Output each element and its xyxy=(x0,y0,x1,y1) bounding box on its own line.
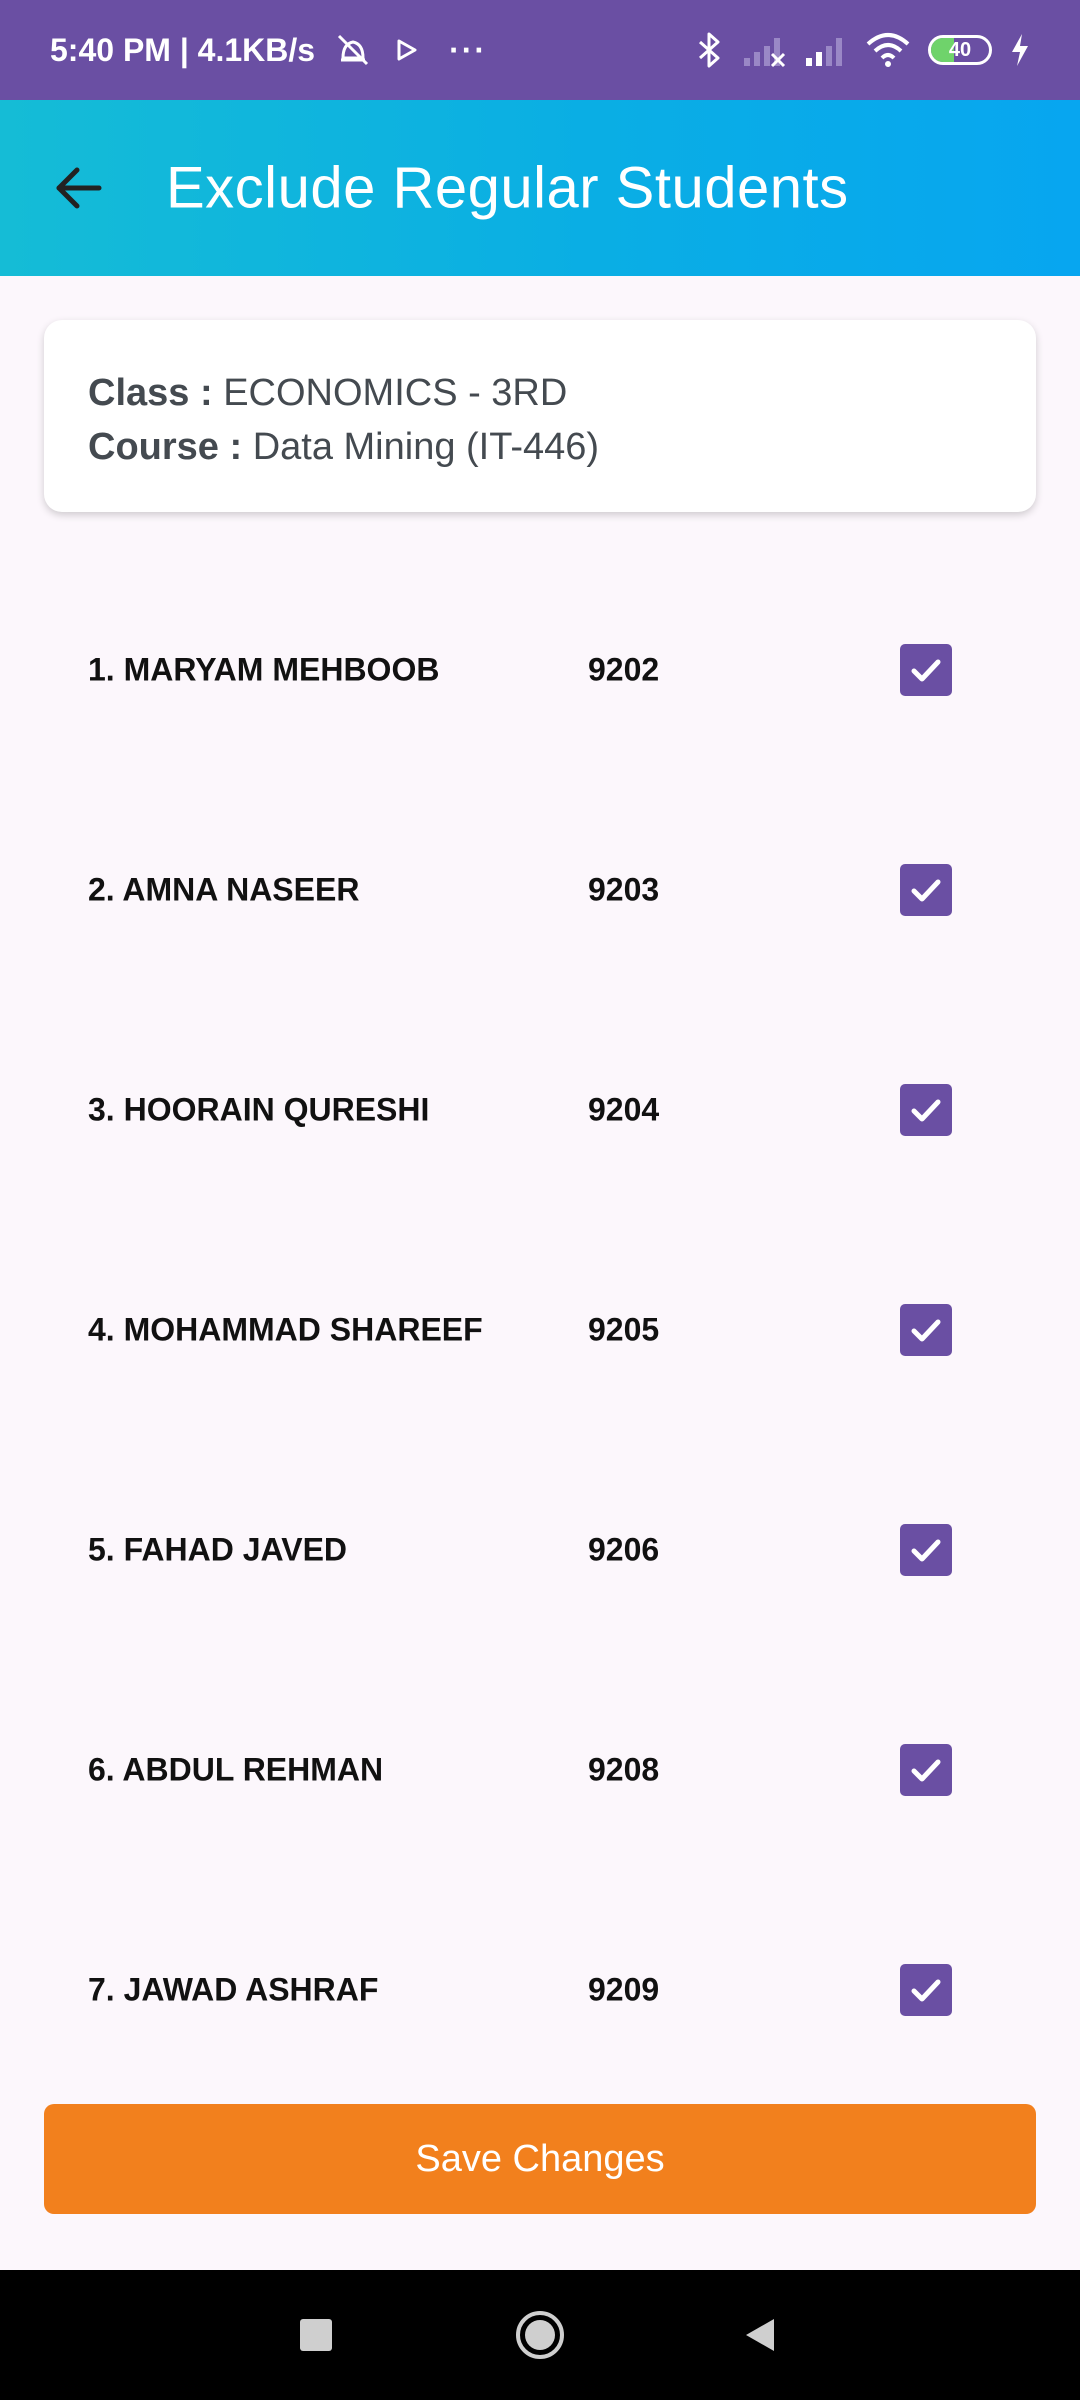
exclude-checkbox[interactable] xyxy=(900,1744,952,1796)
student-name: 4. MOHAMMAD SHAREEF xyxy=(88,1311,483,1348)
course-label: Course : xyxy=(88,426,243,468)
student-list[interactable]: 1. MARYAM MEHBOOB 9202 2. AMNA NASEER 9203 3… xyxy=(0,560,1080,2040)
charging-icon xyxy=(1010,32,1030,68)
app-bar: Exclude Regular Students xyxy=(0,100,1080,276)
exclude-checkbox[interactable] xyxy=(900,1084,952,1136)
status-left: 5:40 PM | 4.1KB/s ··· xyxy=(50,30,487,70)
exclude-checkbox[interactable] xyxy=(900,1304,952,1356)
class-line: Class : ECONOMICS - 3RD xyxy=(88,366,992,420)
class-value: ECONOMICS - 3RD xyxy=(223,372,568,414)
student-name: 2. AMNA NASEER xyxy=(88,871,360,908)
back-nav-button[interactable] xyxy=(740,2315,780,2355)
checkmark-icon xyxy=(911,879,941,902)
student-name: 6. ABDUL REHMAN xyxy=(88,1751,384,1788)
class-label: Class : xyxy=(88,372,213,414)
checkmark-icon xyxy=(911,1759,941,1782)
arrow-left-icon xyxy=(56,167,102,209)
student-roll-number: 9205 xyxy=(588,1311,660,1348)
exclude-checkbox[interactable] xyxy=(900,644,952,696)
checkmark-icon xyxy=(911,659,941,682)
play-icon xyxy=(391,35,421,65)
student-roll-number: 9204 xyxy=(588,1091,660,1128)
status-time-speed: 5:40 PM | 4.1KB/s xyxy=(50,31,316,68)
student-row[interactable]: 3. HOORAIN QURESHI 9204 xyxy=(0,1000,1080,1220)
student-roll-number: 9209 xyxy=(588,1971,660,2008)
home-circle-icon xyxy=(516,2311,564,2359)
student-row[interactable]: 1. MARYAM MEHBOOB 9202 xyxy=(0,560,1080,780)
student-roll-number: 9202 xyxy=(588,651,660,688)
status-right: 40 xyxy=(694,30,1030,70)
system-nav-bar xyxy=(0,2270,1080,2400)
course-line: Course : Data Mining (IT-446) xyxy=(88,420,992,474)
student-row[interactable]: 6. ABDUL REHMAN 9208 xyxy=(0,1660,1080,1880)
exclude-checkbox[interactable] xyxy=(900,1524,952,1576)
student-roll-number: 9203 xyxy=(588,871,660,908)
student-name: 5. FAHAD JAVED xyxy=(88,1531,348,1568)
student-name: 1. MARYAM MEHBOOB xyxy=(88,651,440,688)
exclude-checkbox[interactable] xyxy=(900,864,952,916)
signal-icon xyxy=(804,32,848,68)
battery-level: 40 xyxy=(948,38,972,61)
course-value: Data Mining (IT-446) xyxy=(252,426,600,468)
checkmark-icon xyxy=(911,1539,941,1562)
status-bar: 5:40 PM | 4.1KB/s ··· 40 xyxy=(0,0,1080,100)
class-course-card: Class : ECONOMICS - 3RD Course : Data Mi… xyxy=(44,320,1036,512)
wifi-icon xyxy=(866,32,910,68)
back-button[interactable] xyxy=(44,153,114,223)
student-roll-number: 9208 xyxy=(588,1751,660,1788)
home-button[interactable] xyxy=(514,2309,566,2361)
checkmark-icon xyxy=(911,1979,941,2002)
exclude-checkbox[interactable] xyxy=(900,1964,952,2016)
more-notifications: ··· xyxy=(449,31,488,68)
student-name: 3. HOORAIN QURESHI xyxy=(88,1091,430,1128)
bluetooth-icon xyxy=(694,30,724,70)
student-row[interactable]: 5. FAHAD JAVED 9206 xyxy=(0,1440,1080,1660)
save-changes-button[interactable]: Save Changes xyxy=(44,2104,1036,2214)
student-name: 7. JAWAD ASHRAF xyxy=(88,1971,379,2008)
checkmark-icon xyxy=(911,1099,941,1122)
student-row[interactable]: 7. JAWAD ASHRAF 9209 xyxy=(0,1880,1080,2040)
alarm-off-icon xyxy=(333,30,373,70)
page-title: Exclude Regular Students xyxy=(166,155,849,221)
checkmark-icon xyxy=(911,1319,941,1342)
battery-icon: 40 xyxy=(928,35,992,65)
recents-square-icon xyxy=(300,2319,332,2351)
recents-button[interactable] xyxy=(298,2317,334,2353)
student-roll-number: 9206 xyxy=(588,1531,660,1568)
student-row[interactable]: 2. AMNA NASEER 9203 xyxy=(0,780,1080,1000)
student-row[interactable]: 4. MOHAMMAD SHAREEF 9205 xyxy=(0,1220,1080,1440)
signal-off-icon xyxy=(742,32,786,68)
back-triangle-icon xyxy=(746,2319,774,2351)
